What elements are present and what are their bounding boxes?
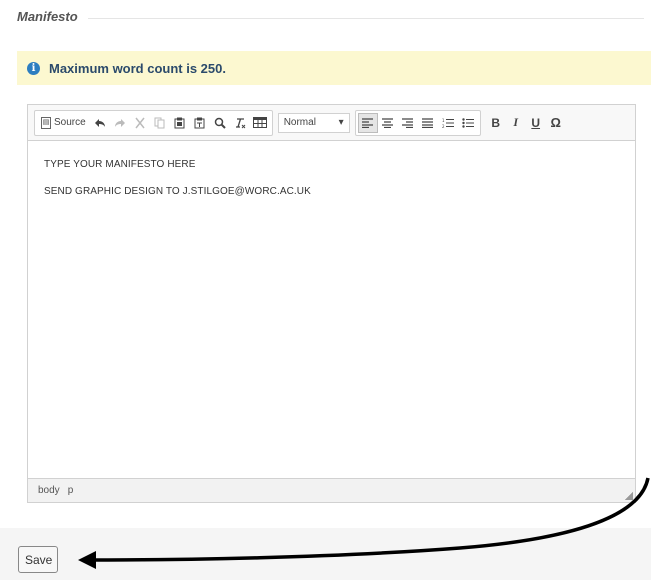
svg-text:1: 1: [442, 118, 445, 123]
remove-format-icon[interactable]: [230, 113, 250, 133]
chevron-down-icon: ▾: [338, 117, 344, 128]
undo-icon[interactable]: [90, 113, 110, 133]
copy-icon[interactable]: [150, 113, 170, 133]
source-icon: ▤: [41, 116, 51, 129]
numbered-list-icon[interactable]: 12: [438, 113, 458, 133]
section-legend: Manifesto: [17, 9, 84, 24]
resize-handle[interactable]: [625, 492, 633, 500]
editor-path-bar: body p: [28, 478, 635, 502]
fieldset-border: [88, 18, 644, 19]
paste-icon[interactable]: [170, 113, 190, 133]
format-select[interactable]: Normal ▾: [277, 112, 350, 133]
content-line-2[interactable]: SEND GRAPHIC DESIGN TO J.STILGOE@WORC.AC…: [44, 186, 619, 197]
info-icon: i: [27, 61, 40, 75]
special-character-button[interactable]: Ω: [546, 113, 566, 133]
editor-content[interactable]: TYPE YOUR MANIFESTO HERE SEND GRAPHIC DE…: [28, 141, 635, 473]
save-button[interactable]: Save: [18, 546, 58, 573]
format-select-value: Normal: [283, 117, 316, 128]
redo-icon[interactable]: [110, 113, 130, 133]
align-left-icon[interactable]: [357, 112, 378, 133]
svg-text:2: 2: [442, 124, 445, 128]
justify-icon[interactable]: [418, 113, 438, 133]
path-element-body[interactable]: body: [38, 485, 60, 496]
paste-text-icon[interactable]: [190, 113, 210, 133]
bulleted-list-icon[interactable]: [458, 113, 478, 133]
toolbar-group-paragraph: 12: [354, 109, 481, 136]
table-icon[interactable]: [250, 113, 270, 133]
underline-button[interactable]: U: [526, 113, 546, 133]
editor-toolbar: ▤ Source Normal ▾ 1 2 B I U Ω: [28, 105, 635, 141]
path-element-p[interactable]: p: [68, 485, 74, 496]
toolbar-group-document: ▤ Source: [34, 109, 273, 136]
cut-icon[interactable]: [130, 113, 150, 133]
info-banner: i Maximum word count is 250.: [17, 51, 651, 85]
search-icon[interactable]: [210, 113, 230, 133]
source-button[interactable]: ▤ Source: [37, 113, 90, 133]
align-right-icon[interactable]: [398, 113, 418, 133]
italic-button[interactable]: I: [506, 113, 526, 133]
align-center-icon[interactable]: [378, 113, 398, 133]
source-label: Source: [54, 117, 86, 128]
info-message: Maximum word count is 250.: [49, 60, 226, 76]
rich-text-editor: ▤ Source Normal ▾ 1 2 B I U Ω TYPE YOUR …: [27, 104, 636, 503]
form-footer: [0, 528, 651, 580]
bold-button[interactable]: B: [486, 113, 506, 133]
content-line-1[interactable]: TYPE YOUR MANIFESTO HERE: [44, 159, 619, 170]
